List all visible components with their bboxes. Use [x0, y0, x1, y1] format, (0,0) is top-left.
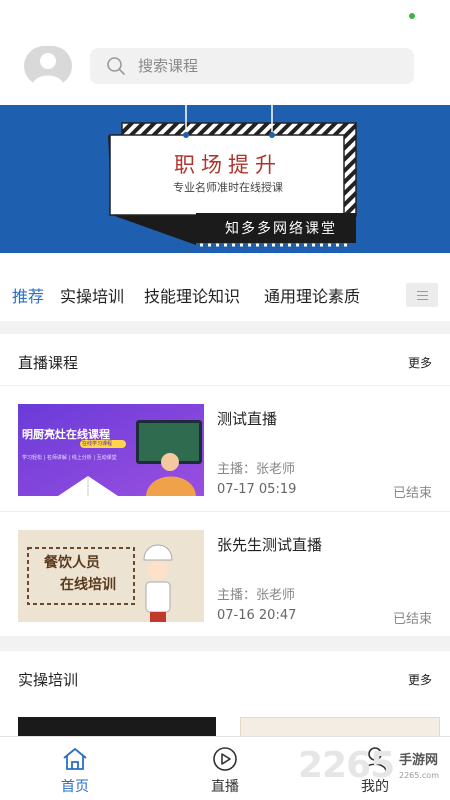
- search-icon: [107, 57, 125, 75]
- tab-general-theory[interactable]: 通用理论素质: [264, 283, 360, 307]
- course-item[interactable]: 餐饮人员 在线培训 张先生测试直播 主播：张老师 07-16 20:47 已结束: [0, 512, 450, 638]
- live-courses-section: 直播课程 更多 明厨亮灶在线课程 在线学习课程 学习轻松 | 名师讲解 | 线上…: [0, 334, 450, 638]
- nav-home[interactable]: 首页: [0, 737, 150, 800]
- course-thumbnail-image: [18, 404, 204, 496]
- thumbnail-tag: 在线学习课程: [82, 441, 113, 447]
- section-title: 直播课程: [18, 354, 79, 372]
- thumbnail-caption: 学习轻松 | 名师讲解 | 线上分析 | 互动课堂: [22, 455, 117, 461]
- app-screen: 职场提升 专业名师准时在线授课 知多多网络课堂 推荐 实操培训 技能理论知识 通…: [0, 0, 450, 800]
- watermark-number: 2265: [298, 745, 395, 786]
- course-host: 主播：张老师: [217, 588, 296, 603]
- nav-label: 首页: [61, 779, 89, 795]
- course-status: 已结束: [392, 486, 432, 501]
- section-header: 实操培训 更多: [0, 651, 450, 703]
- status-indicator: [409, 13, 415, 19]
- section-title: 实操培训: [18, 671, 79, 689]
- course-thumbnail: 明厨亮灶在线课程 在线学习课程 学习轻松 | 名师讲解 | 线上分析 | 互动课…: [18, 404, 204, 496]
- course-host: 主播：张老师: [217, 462, 296, 477]
- search-bar[interactable]: [90, 48, 414, 84]
- header: [0, 0, 450, 105]
- home-icon: [63, 748, 87, 770]
- course-time: 07-16 20:47: [217, 608, 297, 623]
- course-item[interactable]: 明厨亮灶在线课程 在线学习课程 学习轻松 | 名师讲解 | 线上分析 | 互动课…: [0, 386, 450, 512]
- course-title: 测试直播: [217, 410, 278, 428]
- banner-brand: 知多多网络课堂: [225, 221, 337, 237]
- nav-label: 直播: [211, 779, 239, 795]
- tab-skill-theory[interactable]: 技能理论知识: [144, 283, 240, 307]
- nav-live[interactable]: 直播: [150, 737, 300, 800]
- play-circle-icon: [213, 747, 237, 771]
- course-time: 07-17 05:19: [217, 482, 297, 497]
- more-link[interactable]: 更多: [408, 671, 432, 688]
- tab-recommend[interactable]: 推荐: [12, 283, 44, 307]
- watermark-url: 2265.com: [399, 771, 439, 780]
- section-header: 直播课程 更多: [0, 334, 450, 386]
- banner-subtitle: 专业名师准时在线授课: [173, 181, 283, 194]
- course-status: 已结束: [392, 612, 432, 627]
- avatar[interactable]: [24, 46, 72, 86]
- watermark: 2265 手游网 2265.com: [298, 745, 450, 797]
- thumbnail-line2: 在线培训: [60, 577, 116, 593]
- tab-menu-button[interactable]: [406, 283, 438, 307]
- more-link[interactable]: 更多: [408, 354, 432, 371]
- promo-banner[interactable]: 职场提升 专业名师准时在线授课 知多多网络课堂: [0, 105, 450, 253]
- tab-practice-training[interactable]: 实操培训: [60, 283, 124, 307]
- thumbnail-line1: 餐饮人员: [44, 555, 100, 571]
- user-avatar-icon: [32, 53, 64, 86]
- watermark-text: 手游网: [399, 753, 439, 768]
- course-title: 张先生测试直播: [217, 536, 323, 554]
- banner-title: 职场提升: [174, 153, 282, 177]
- practice-section: 实操培训 更多: [0, 651, 450, 741]
- category-tabs: 推荐 实操培训 技能理论知识 通用理论素质: [0, 253, 450, 321]
- course-thumbnail: 餐饮人员 在线培训: [18, 530, 204, 622]
- search-input[interactable]: [138, 48, 398, 84]
